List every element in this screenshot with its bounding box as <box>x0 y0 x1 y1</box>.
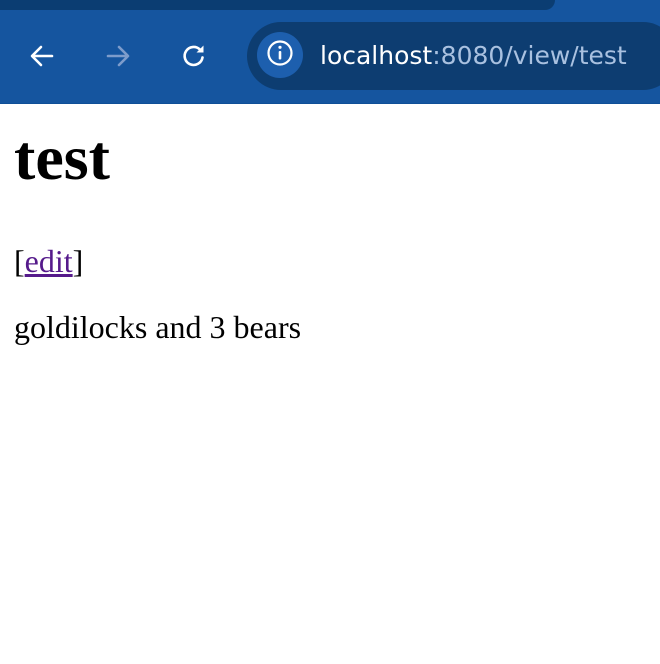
reload-button[interactable] <box>175 37 213 75</box>
address-bar[interactable]: localhost:8080/view/test <box>247 22 660 90</box>
site-info-button[interactable] <box>257 32 303 78</box>
back-button[interactable] <box>23 37 61 75</box>
edit-open-bracket: [ <box>14 243 25 279</box>
forward-button[interactable] <box>99 37 137 75</box>
url-text[interactable]: localhost:8080/view/test <box>320 40 627 72</box>
edit-link[interactable]: edit <box>25 243 73 279</box>
arrow-left-icon <box>28 42 56 70</box>
edit-close-bracket: ] <box>72 243 84 279</box>
url-path: :8080/view/test <box>432 41 627 70</box>
info-icon <box>266 39 294 72</box>
arrow-right-icon <box>104 42 132 70</box>
url-host: localhost <box>320 41 433 70</box>
edit-line: [edit] <box>14 242 646 280</box>
page-title: test <box>14 122 110 193</box>
tab-strip <box>0 0 555 10</box>
page-content: test [edit] goldilocks and 3 bears <box>0 126 660 346</box>
browser-toolbar: localhost:8080/view/test <box>0 0 660 104</box>
reload-icon <box>180 42 208 70</box>
page-body-text: goldilocks and 3 bears <box>14 309 302 345</box>
